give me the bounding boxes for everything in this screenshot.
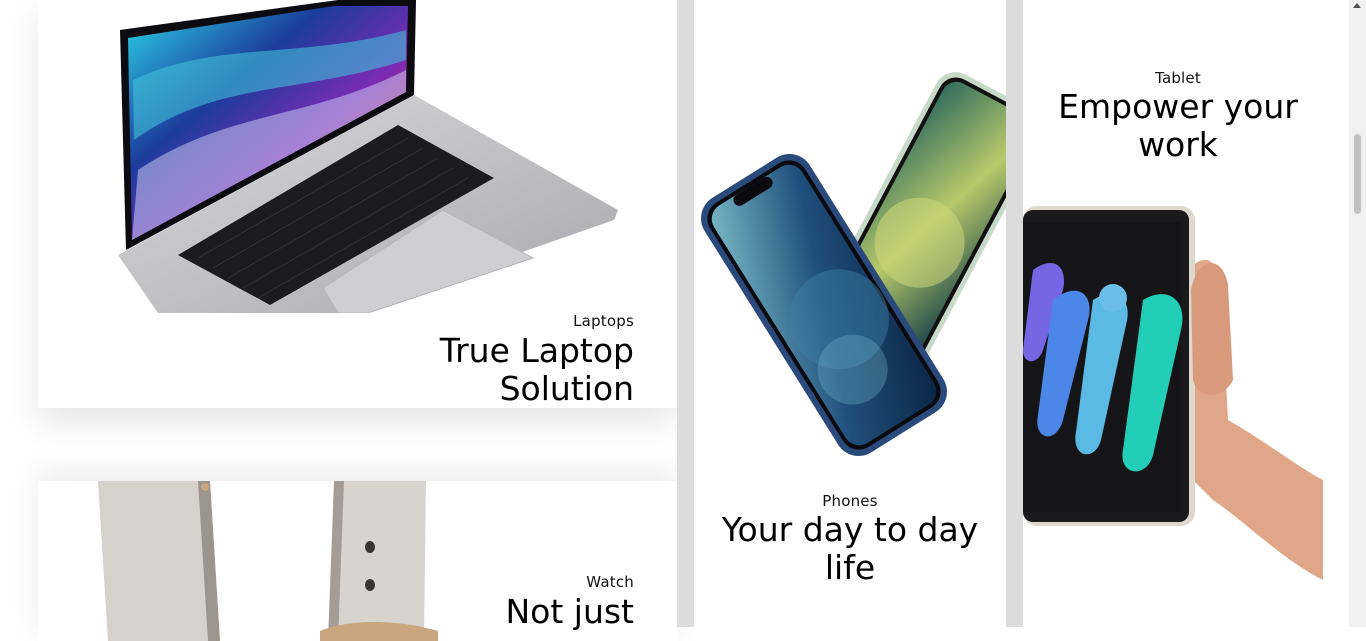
product-card-laptops[interactable]: Laptops True Laptop Solution	[38, 0, 677, 408]
tablet-image	[1023, 206, 1323, 580]
product-heading[interactable]: Your day to day life	[694, 511, 1006, 587]
page-scrollbar[interactable]	[1349, 0, 1366, 627]
column-gutter	[1006, 0, 1023, 627]
category-label: Watch	[586, 573, 634, 591]
phones-image	[701, 72, 1006, 456]
product-card-tablet[interactable]: Tablet Empower your work	[1023, 0, 1323, 640]
category-label: Laptops	[573, 312, 634, 330]
product-card-watch[interactable]: Watch Not just	[38, 481, 677, 641]
product-card-phones[interactable]: Phones Your day to day life	[694, 0, 1006, 640]
product-heading[interactable]: Not just	[334, 593, 634, 631]
laptop-image	[118, 0, 618, 313]
column-gutter	[677, 0, 694, 627]
scrollbar-thumb[interactable]	[1354, 134, 1361, 214]
scroll-up-arrow-icon[interactable]	[1353, 3, 1361, 8]
category-label: Phones	[822, 492, 878, 510]
product-heading[interactable]: True Laptop Solution	[334, 332, 634, 408]
